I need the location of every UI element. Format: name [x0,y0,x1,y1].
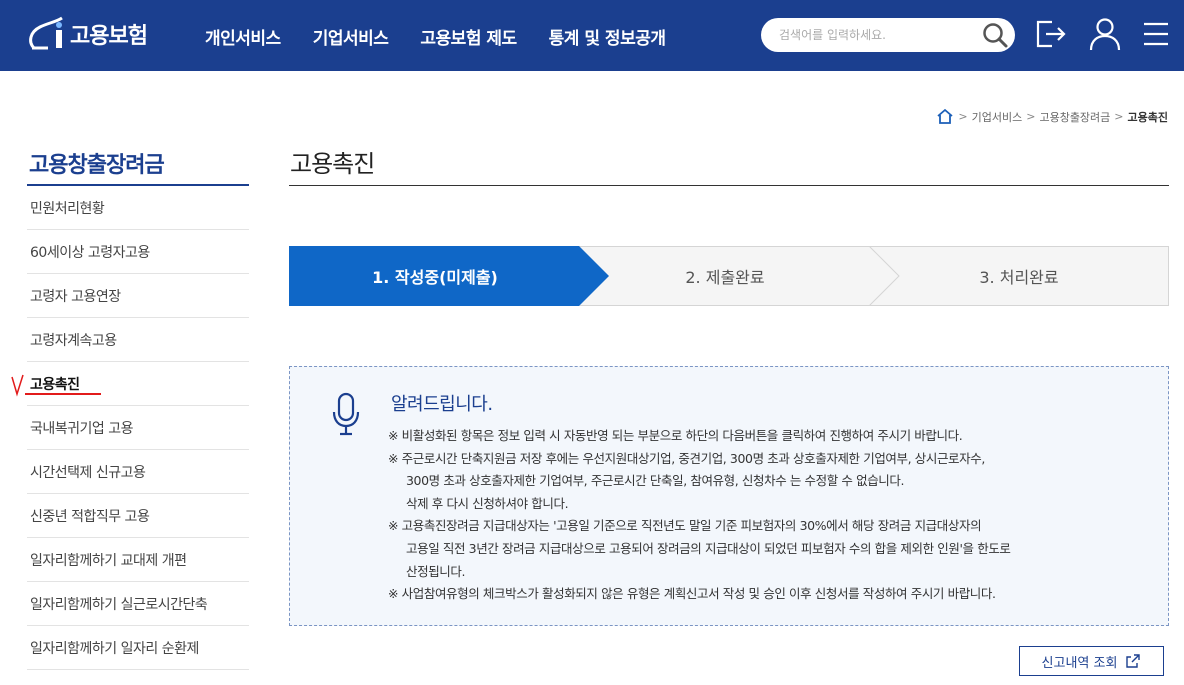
notice-line: ※ 비활성화된 항목은 정보 입력 시 자동반영 되는 부분으로 하단의 다음버… [388,428,963,443]
history-lookup-button[interactable]: 신고내역 조회 [1019,646,1164,676]
nav-company-service[interactable]: 기업서비스 [313,24,389,49]
side-nav: 고용창출장려금 민원처리현황 60세이상 고령자고용 고령자 고용연장 고령자계… [11,140,249,670]
nav-insurance-system[interactable]: 고용보험 제도 [420,24,517,49]
notice-line: ※ 고용촉진장려금 지급대상자는 '고용일 기준으로 직전년도 말일 기준 피보… [388,518,982,534]
notice-line: 삭제 후 다시 신청하셔야 합니다. [406,495,569,511]
handwritten-check-mark-icon [11,374,101,397]
notice-line: 고용일 직전 3년간 장려금 지급대상으로 고용되어 장려금의 지급대상이 되었… [406,540,1011,556]
step-submitted: 2. 제출완료 [685,268,765,287]
side-nav-item[interactable]: 신중년 적합직무 고용 [27,494,249,538]
breadcrumb-current: 고용촉진 [1127,110,1168,124]
notice-box: 알려드립니다. ※ 비활성화된 항목은 정보 입력 시 자동반영 되는 부분으로… [289,366,1169,626]
breadcrumb-company-service[interactable]: 기업서비스 [972,109,1023,125]
breadcrumb-separator: > [958,110,968,123]
notice-body: ※ 비활성화된 항목은 정보 입력 시 자동반영 되는 부분으로 하단의 다음버… [388,425,1148,606]
side-nav-item[interactable]: 시간선택제 신규고용 [27,450,249,494]
microphone-icon [330,391,362,439]
external-link-icon [1126,654,1141,668]
breadcrumb-separator: > [1026,110,1036,123]
notice-line: 산정됩니다. [406,563,466,579]
logout-icon[interactable] [1034,16,1068,52]
progress-steps: 1. 작성중(미제출) 2. 제출완료 3. 처리완료 [289,246,1169,306]
title-divider [289,185,1169,186]
side-nav-item[interactable]: 민원처리현황 [27,186,249,230]
logo-mark-icon [26,14,68,54]
page-title: 고용촉진 [290,150,375,178]
search-box [761,18,1015,52]
menu-icon[interactable] [1141,16,1175,52]
nav-personal-service[interactable]: 개인서비스 [205,24,281,49]
search-input[interactable] [779,25,969,45]
history-lookup-label: 신고내역 조회 [1041,655,1118,671]
logo-text: 고용보험 [70,24,148,49]
user-icon[interactable] [1088,16,1122,52]
search-icon[interactable] [981,21,1009,49]
breadcrumb-separator: > [1114,110,1124,123]
notice-title: 알려드립니다. [391,394,493,415]
side-nav-title: 고용창출장려금 [27,140,249,186]
notice-line: 300명 초과 상호출자제한 기업여부, 주근로시간 단축일, 참여유형, 신청… [406,473,905,489]
side-nav-item-active[interactable]: 고용촉진 [11,362,249,406]
side-nav-item[interactable]: 일자리함께하기 일자리 순환제 [27,626,249,670]
top-header: 고용보험 개인서비스 기업서비스 고용보험 제도 통계 및 정보공개 [0,0,1184,71]
breadcrumb: > 기업서비스 > 고용창출장려금 > 고용촉진 [936,108,1168,125]
home-icon[interactable] [936,108,954,125]
step-draft: 1. 작성중(미제출) [372,268,498,287]
side-nav-item[interactable]: 60세이상 고령자고용 [27,230,249,274]
side-nav-item[interactable]: 국내복귀기업 고용 [27,406,249,450]
global-nav: 개인서비스 기업서비스 고용보험 제도 통계 및 정보공개 [205,24,698,49]
logo[interactable]: 고용보험 [26,12,148,56]
side-nav-item[interactable]: 고령자 고용연장 [27,274,249,318]
side-nav-item[interactable]: 일자리함께하기 실근로시간단축 [27,582,249,626]
side-nav-item[interactable]: 고령자계속고용 [27,318,249,362]
notice-line: ※ 사업참여유형의 체크박스가 활성화되지 않은 유형은 계획신고서 작성 및 … [388,586,996,602]
side-nav-item[interactable]: 일자리함께하기 교대제 개편 [27,538,249,582]
nav-statistics[interactable]: 통계 및 정보공개 [549,24,666,49]
breadcrumb-job-creation[interactable]: 고용창출장려금 [1039,109,1110,125]
notice-line: ※ 주근로시간 단축지원금 저장 후에는 우선지원대상기업, 중견기업, 300… [388,450,985,466]
step-processed: 3. 처리완료 [979,268,1059,287]
